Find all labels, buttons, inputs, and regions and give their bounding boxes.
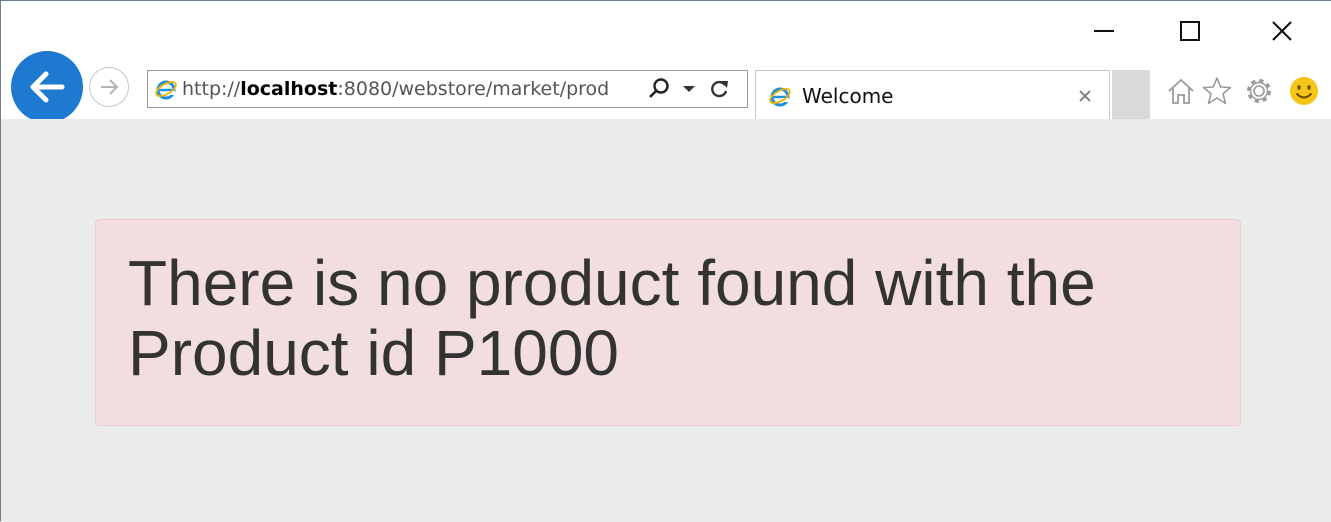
search-icon [649, 78, 669, 98]
url-text[interactable]: http://localhost:8080/webstore/market/pr… [182, 78, 644, 100]
error-alert: There is no product found with the Produ… [95, 219, 1241, 426]
forward-button[interactable] [89, 67, 129, 107]
tab-welcome[interactable]: Welcome [755, 70, 1110, 120]
close-window-button[interactable] [1259, 11, 1305, 51]
settings-button[interactable] [1241, 73, 1277, 109]
refresh-icon [711, 80, 728, 98]
address-dropdown-button[interactable] [674, 74, 704, 104]
alert-message: There is no product found with the Produ… [128, 247, 1096, 389]
tab-title: Welcome [802, 83, 894, 108]
address-bar[interactable]: http://localhost:8080/webstore/market/pr… [147, 70, 748, 108]
favorites-button[interactable] [1199, 73, 1235, 109]
maximize-button[interactable] [1167, 11, 1213, 51]
home-icon [1168, 78, 1194, 104]
browser-chrome: http://localhost:8080/webstore/market/pr… [1, 1, 1331, 123]
minimize-button[interactable] [1081, 11, 1127, 51]
ie-logo-icon [155, 80, 177, 100]
back-button[interactable] [11, 51, 83, 123]
url-host: localhost [240, 78, 338, 100]
maximize-icon [1180, 21, 1200, 41]
browser-window: http://localhost:8080/webstore/market/pr… [0, 0, 1331, 522]
close-icon [1272, 21, 1292, 41]
close-icon [1079, 89, 1091, 102]
smiley-icon [1290, 77, 1318, 105]
tab-close-button[interactable] [1067, 78, 1103, 114]
url-path: :8080/webstore/market/prod [337, 78, 610, 100]
star-icon [1202, 77, 1232, 105]
ie-logo-icon [769, 87, 791, 106]
new-tab-button[interactable] [1112, 70, 1150, 120]
home-button[interactable] [1163, 73, 1199, 109]
feedback-button[interactable] [1286, 73, 1322, 109]
chevron-down-icon [683, 86, 695, 92]
url-scheme: http:// [182, 78, 241, 100]
minimize-icon [1094, 30, 1114, 32]
arrow-right-icon [101, 79, 119, 95]
gear-icon [1247, 79, 1271, 103]
arrow-left-icon [30, 71, 65, 103]
search-button[interactable] [644, 74, 674, 104]
refresh-button[interactable] [704, 74, 734, 104]
